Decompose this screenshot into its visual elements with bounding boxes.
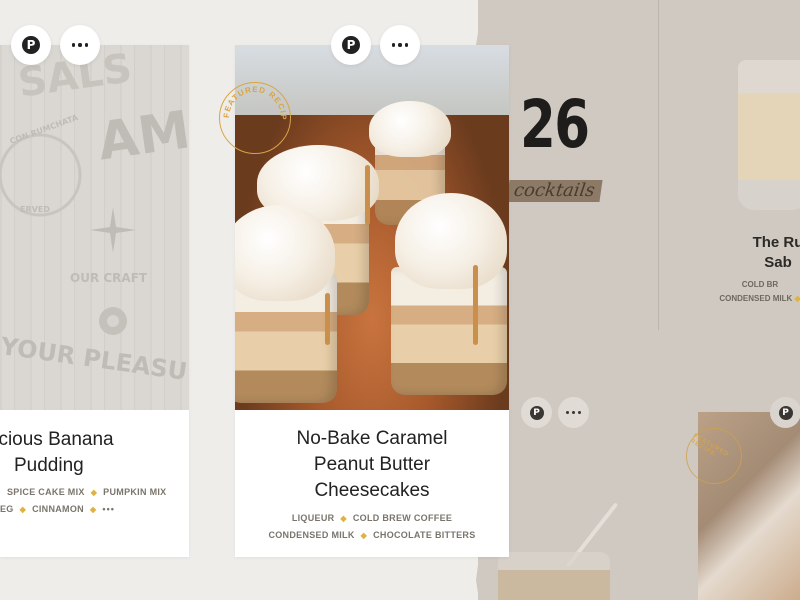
more-options-button[interactable] xyxy=(558,397,589,428)
pinterest-icon: P xyxy=(529,405,544,420)
diamond-icon: ◆ xyxy=(340,514,347,523)
caramel-drip xyxy=(325,293,330,345)
divider xyxy=(658,0,659,330)
tag: COLD BREW COFFEE xyxy=(352,513,453,523)
image-text: AMI xyxy=(94,97,189,173)
title-line: No-Bake Caramel xyxy=(296,428,448,449)
title-line: Pudding xyxy=(14,455,84,476)
whipped-cream xyxy=(395,193,507,289)
recipe-tags: LIQUEUR ◆ COLD BREW COFFEE CONDENSED MILK ◆… xyxy=(235,510,509,544)
tag: EG xyxy=(0,504,14,514)
tag: LIQUEUR xyxy=(291,513,335,523)
right-card-tags: COLD BR CONDENSED MILK ◆ xyxy=(700,278,800,306)
right-card-title[interactable]: The Ru Sab xyxy=(738,233,800,273)
recipe-card-title[interactable]: No-Bake Caramel Peanut Butter Cheesecake… xyxy=(235,426,509,504)
title-line: Cheesecakes xyxy=(314,480,430,501)
star-icon xyxy=(90,207,136,253)
badge-text: FEATURED RECIPE xyxy=(219,82,287,121)
more-options-button[interactable] xyxy=(380,25,420,65)
promo-script-text: cocktails xyxy=(506,180,603,202)
recipe-card-title[interactable]: licious Banana Pudding xyxy=(0,427,189,479)
more-dots-icon xyxy=(71,43,89,47)
caramel-drip xyxy=(365,165,370,225)
flower-icon xyxy=(99,307,127,335)
image-text: OUR CRAFT xyxy=(70,271,148,285)
pinterest-save-button[interactable]: P xyxy=(331,25,371,65)
tag: CINNAMON xyxy=(32,504,84,514)
pinterest-save-button[interactable]: P xyxy=(770,397,800,428)
caramel-drip xyxy=(473,265,478,345)
featured-recipe-badge: FEATURED RECIPE xyxy=(219,82,291,154)
more-options-button[interactable] xyxy=(60,25,100,65)
title-line: licious Banana xyxy=(0,429,114,450)
tag: PUMPKIN MIX xyxy=(103,487,167,497)
pinterest-save-button[interactable]: P xyxy=(521,397,552,428)
title-line: The Ru xyxy=(752,234,800,251)
tag: COLD BR xyxy=(741,280,779,289)
whipped-cream xyxy=(235,205,335,301)
featured-recipe-badge: FEATURED RECIPE xyxy=(686,428,742,484)
pinterest-icon: P xyxy=(778,405,793,420)
pinterest-icon: P xyxy=(342,36,360,54)
diamond-icon: ◆ xyxy=(89,505,97,514)
badge-text: FEATURED RECIPE xyxy=(689,433,730,459)
title-line: Sab xyxy=(764,254,792,271)
badge-ring: FEATURED RECIPE xyxy=(219,82,288,121)
svg-text:FEATURED RECIPE: FEATURED RECIPE xyxy=(219,82,288,121)
recipe-card[interactable]: SALS AMI CON RUMCHATA ERVED OUR CRAFT YO… xyxy=(0,45,189,557)
recipe-card-image: SALS AMI CON RUMCHATA ERVED OUR CRAFT YO… xyxy=(0,45,189,410)
diamond-icon: ◆ xyxy=(90,488,98,497)
diamond-icon: ◆ xyxy=(19,505,27,514)
image-text: ERVED xyxy=(20,205,50,214)
cocktail-glass-image xyxy=(738,60,800,210)
tag: CONDENSED MILK xyxy=(719,294,793,303)
pinterest-icon: P xyxy=(22,36,40,54)
cocktail-glass-image xyxy=(498,552,610,600)
diamond-icon: ◆ xyxy=(794,294,800,303)
diamond-icon: ◆ xyxy=(360,531,368,540)
whipped-cream xyxy=(369,101,451,157)
promo-number: 26 xyxy=(520,86,590,163)
more-tags-link[interactable]: ••• xyxy=(102,504,114,514)
tag: CHOCOLATE BITTERS xyxy=(373,530,476,540)
more-dots-icon xyxy=(566,411,581,414)
image-text: CON RUMCHATA xyxy=(8,112,80,147)
tag: SPICE CAKE MIX xyxy=(7,487,85,497)
more-dots-icon xyxy=(391,43,409,47)
tag: CONDENSED MILK xyxy=(268,530,355,540)
pinterest-save-button[interactable]: P xyxy=(11,25,51,65)
title-line: Peanut Butter xyxy=(313,454,431,475)
recipe-tags: SPICE CAKE MIX ◆ PUMPKIN MIX EG ◆ CINNAMON ◆ •… xyxy=(0,484,189,518)
